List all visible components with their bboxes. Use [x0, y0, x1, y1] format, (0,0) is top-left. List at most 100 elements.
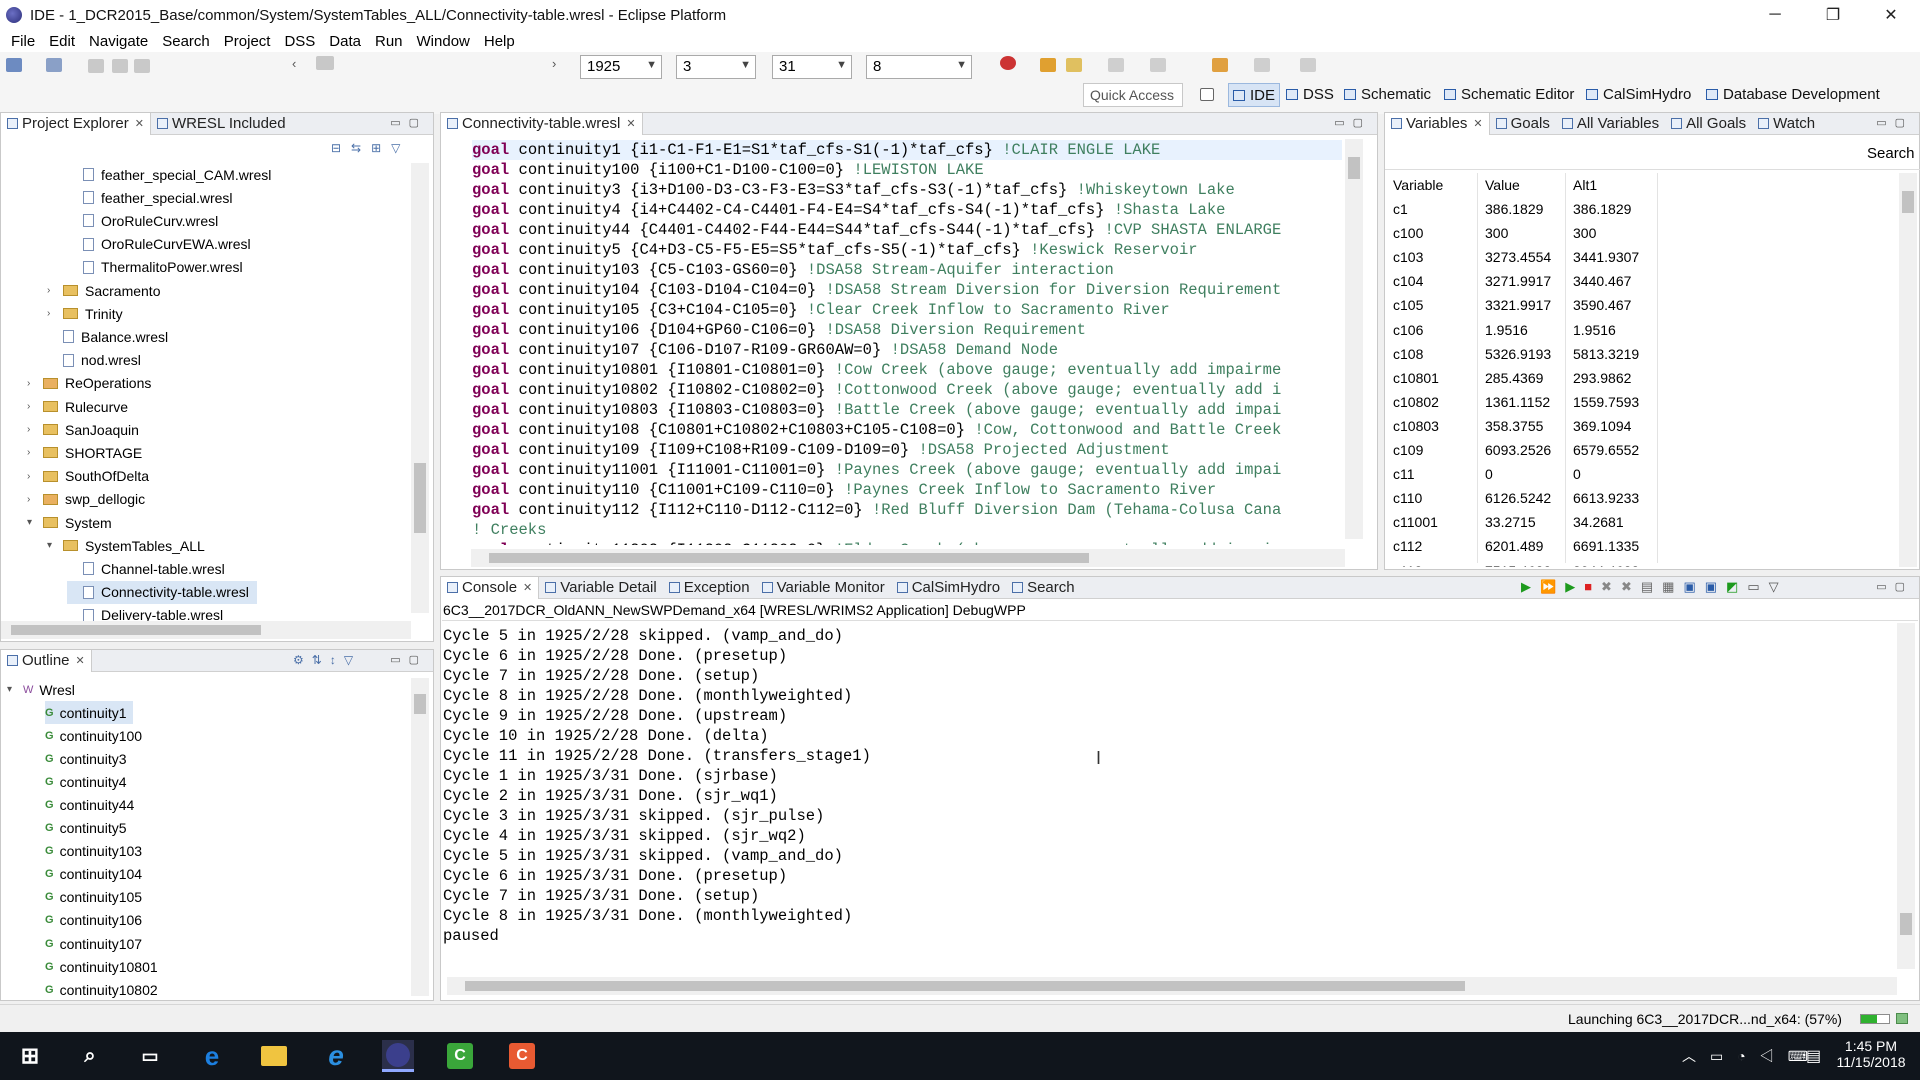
menu-dss[interactable]: DSS [277, 33, 322, 50]
remove-launch-icon[interactable]: ✖ [1601, 579, 1621, 594]
chevron-right-icon[interactable]: › [27, 378, 39, 389]
outline-item[interactable]: Gcontinuity44 [45, 793, 140, 816]
outline-item[interactable]: Gcontinuity104 [45, 863, 148, 886]
table-row[interactable]: c1 386.1829 386.1829 [1393, 197, 1793, 221]
console-output[interactable]: Cycle 5 in 1925/2/28 skipped. (vamp_and_… [443, 626, 871, 946]
chevron-right-icon[interactable]: › [47, 308, 59, 319]
outline-item[interactable]: Gcontinuity1 [45, 701, 133, 724]
prev-edit-icon[interactable] [1212, 58, 1228, 72]
volume-icon[interactable]: ◁ [1760, 1048, 1788, 1064]
toolbar-icon[interactable] [1150, 58, 1166, 72]
remove-all-icon[interactable]: ✖ [1621, 579, 1641, 594]
tree-item[interactable]: › Sacramento [47, 279, 168, 302]
close-icon[interactable]: ✕ [626, 117, 635, 130]
save-all-icon[interactable] [112, 59, 128, 73]
edge-icon[interactable]: e [196, 1040, 228, 1072]
word-wrap-icon[interactable]: ▦ [1662, 579, 1683, 594]
debug-icon[interactable] [1066, 58, 1082, 72]
tree-item[interactable]: Balance.wresl [47, 325, 176, 348]
table-row[interactable]: c10801 285.4369 293.9862 [1393, 366, 1793, 390]
table-row[interactable]: c112 6201.489 6691.1335 [1393, 534, 1793, 558]
tab-console[interactable]: Console ✕ [441, 576, 540, 599]
minimize-maximize-icons[interactable]: ▭▢ [1334, 116, 1371, 129]
scrollbar-thumb[interactable] [1348, 157, 1360, 179]
next-edit-icon[interactable] [1254, 58, 1270, 72]
quick-access-input[interactable]: Quick Access [1083, 83, 1183, 107]
open-icon[interactable] [1040, 58, 1056, 72]
app-green-icon[interactable]: C [444, 1040, 476, 1072]
menu-edit[interactable]: Edit [42, 33, 82, 50]
scrollbar-thumb[interactable] [1902, 191, 1914, 213]
open-console-icon[interactable]: ◩ [1726, 579, 1747, 594]
tree-item[interactable]: ▾ SystemTables_ALL [47, 534, 213, 557]
code-editor[interactable]: goal continuity1 {i1-C1-F1-E1=S1*taf_cfs… [472, 140, 1342, 545]
menu-navigate[interactable]: Navigate [82, 33, 155, 50]
horizontal-scrollbar[interactable] [1, 621, 411, 639]
tab-goals[interactable]: Goals [1490, 113, 1556, 135]
perspective-schematic[interactable]: Schematic [1344, 86, 1431, 103]
table-row[interactable]: c106 1.9516 1.9516 [1393, 318, 1793, 342]
tree-item[interactable]: OroRuleCurvEWA.wresl [67, 233, 259, 256]
file-explorer-icon[interactable] [258, 1040, 290, 1072]
chevron-right-icon[interactable]: › [47, 285, 59, 296]
scrollbar-thumb[interactable] [1900, 913, 1912, 935]
chevron-up-icon[interactable]: ︿ [1682, 1048, 1710, 1064]
new-project-icon[interactable] [46, 58, 62, 72]
tree-item[interactable]: › SanJoaquin [27, 418, 147, 441]
scroll-lock-icon[interactable]: ▤ [1641, 579, 1662, 594]
progress-view-icon[interactable] [1896, 1013, 1908, 1024]
task-view-icon[interactable]: ▭ [134, 1040, 166, 1072]
year-select[interactable]: 1925 ▼ [580, 55, 662, 79]
day-select[interactable]: 31 ▼ [772, 55, 852, 79]
tab-wresl-included[interactable]: WRESL Included [151, 113, 292, 135]
tree-item[interactable]: feather_special.wresl [67, 186, 241, 209]
header-alt1[interactable]: Alt1 [1573, 177, 1597, 193]
table-row[interactable]: c103 3273.4554 3441.9307 [1393, 245, 1793, 269]
outline-item[interactable]: Gcontinuity5 [45, 817, 133, 840]
tab-outline[interactable]: Outline ✕ [1, 649, 92, 672]
chevron-right-icon[interactable]: › [27, 494, 39, 505]
table-row[interactable]: c10802 1361.1152 1559.7593 [1393, 390, 1793, 414]
tab-all-variables[interactable]: All Variables [1556, 113, 1665, 135]
outline-root[interactable]: ▾ W Wresl [7, 678, 75, 701]
outline-item[interactable]: Gcontinuity100 [45, 724, 148, 747]
terminate-icon[interactable]: ■ [1584, 579, 1601, 594]
close-icon[interactable]: ✕ [523, 581, 532, 594]
tree-item[interactable]: › swp_dellogic [27, 488, 153, 511]
wifi-icon[interactable]: ◔ [1737, 1048, 1759, 1064]
chevron-right-icon[interactable]: › [27, 401, 39, 412]
tree-item[interactable]: › ReOperations [27, 372, 159, 395]
scrollbar-thumb[interactable] [414, 694, 426, 714]
tab-project-explorer[interactable]: Project Explorer ✕ [1, 112, 151, 135]
outline-item[interactable]: Gcontinuity4 [45, 770, 133, 793]
start-windows-icon[interactable]: ⊞ [14, 1040, 46, 1072]
print-icon[interactable] [134, 59, 150, 73]
back-arrow-icon[interactable]: ‹ [292, 56, 308, 71]
tab-all-goals[interactable]: All Goals [1665, 113, 1752, 135]
chevron-right-icon[interactable]: › [27, 424, 39, 435]
tree-item[interactable]: › SHORTAGE [27, 441, 150, 464]
table-row[interactable]: c105 3321.9917 3590.467 [1393, 293, 1793, 317]
eclipse-taskbar-icon[interactable] [382, 1040, 414, 1072]
tree-item[interactable]: nod.wresl [47, 349, 149, 372]
close-icon[interactable]: ✕ [1473, 117, 1482, 130]
minimize-maximize-icons[interactable]: ▭▢ [1876, 116, 1913, 129]
menu-file[interactable]: File [4, 33, 42, 50]
step-icon[interactable]: ⏩ [1540, 579, 1565, 594]
minimize-maximize-icons[interactable]: ▭▢ [390, 116, 427, 129]
launch-progress-bar[interactable] [1860, 1014, 1890, 1024]
battery-icon[interactable]: ▭ [1710, 1048, 1737, 1064]
menu-project[interactable]: Project [217, 33, 278, 50]
table-row[interactable]: c108 5326.9193 5813.3219 [1393, 342, 1793, 366]
vertical-scrollbar[interactable] [1897, 623, 1915, 969]
tree-item[interactable]: ThermalitoPower.wresl [67, 256, 251, 279]
menu-search[interactable]: Search [155, 33, 217, 50]
perspective-ide[interactable]: IDE [1228, 83, 1281, 107]
perspective-database-development[interactable]: Database Development [1706, 86, 1880, 103]
header-value[interactable]: Value [1485, 177, 1520, 193]
close-button[interactable]: ✕ [1862, 0, 1920, 30]
forward-arrow-icon[interactable]: › [552, 56, 568, 71]
outline-item[interactable]: Gcontinuity3 [45, 747, 133, 770]
tree-item[interactable]: feather_special_CAM.wresl [67, 163, 279, 186]
run-config-icon[interactable] [1000, 56, 1016, 70]
